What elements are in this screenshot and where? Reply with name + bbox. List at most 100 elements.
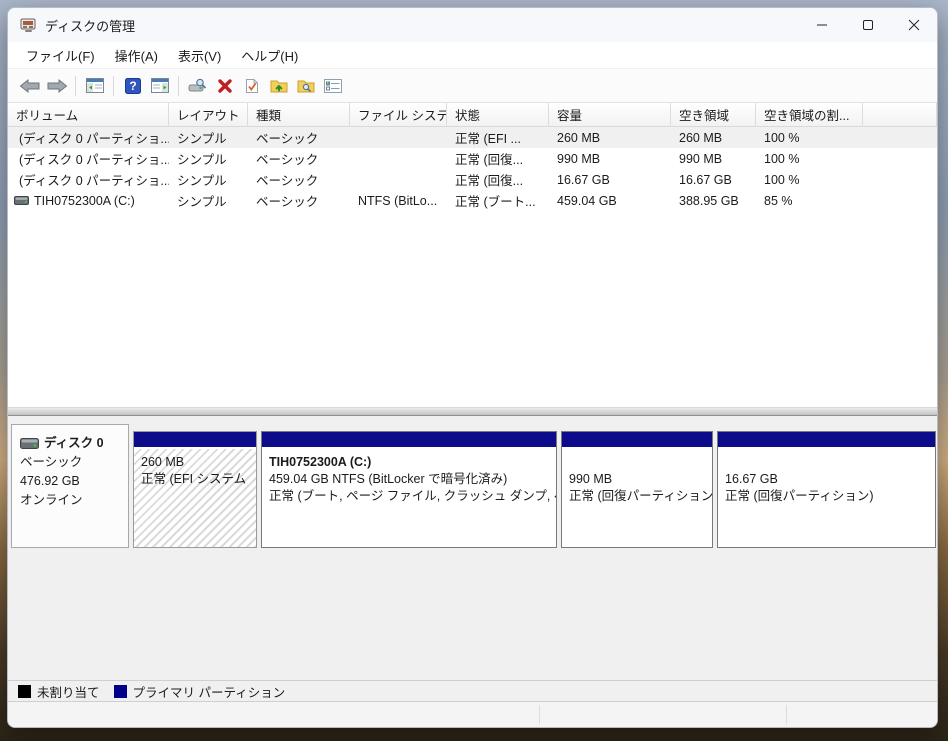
type-cell: ベーシック	[248, 128, 350, 147]
type-cell: ベーシック	[248, 191, 350, 210]
volume-name: TIH0752300A (C:)	[34, 194, 135, 208]
partition-c-drive[interactable]: TIH0752300A (C:) 459.04 GB NTFS (BitLock…	[261, 431, 557, 548]
disk-management-app-icon	[20, 18, 37, 33]
free-cell: 16.67 GB	[671, 173, 756, 187]
disk-icon	[20, 438, 39, 449]
column-header-filesystem[interactable]: ファイル システム	[350, 103, 447, 126]
partition-status: 正常 (回復パーティション	[569, 488, 705, 505]
partition-name: TIH0752300A (C:)	[269, 454, 549, 471]
partition-spacer	[569, 454, 705, 471]
layout-cell: シンプル	[169, 149, 248, 168]
partition-info: TIH0752300A (C:) 459.04 GB NTFS (BitLock…	[262, 449, 556, 547]
capacity-cell: 16.67 GB	[549, 173, 671, 187]
filesystem-cell: NTFS (BitLo...	[350, 194, 447, 208]
properties-list-icon[interactable]	[319, 73, 346, 99]
table-row[interactable]: TIH0752300A (C:) シンプル ベーシック NTFS (BitLo.…	[8, 190, 937, 211]
column-header-status[interactable]: 状態	[447, 103, 549, 126]
partition-recovery-1[interactable]: 990 MB 正常 (回復パーティション	[561, 431, 713, 548]
back-icon[interactable]	[16, 73, 43, 99]
maximize-button[interactable]	[845, 8, 891, 42]
column-header-volume[interactable]: ボリューム	[8, 103, 169, 126]
partition-info: 16.67 GB 正常 (回復パーティション)	[718, 449, 935, 547]
volume-name-cell: TIH0752300A (C:)	[8, 194, 169, 208]
svg-text:?: ?	[129, 79, 136, 93]
table-row[interactable]: (ディスク 0 パーティショ... シンプル ベーシック 正常 (回復... 9…	[8, 148, 937, 169]
partition-status: 正常 (EFI システム	[141, 471, 249, 488]
free-pct-cell: 100 %	[756, 131, 863, 145]
capacity-cell: 990 MB	[549, 152, 671, 166]
verify-document-icon[interactable]	[238, 73, 265, 99]
menu-action[interactable]: 操作(A)	[105, 43, 168, 68]
column-header-capacity[interactable]: 容量	[549, 103, 671, 126]
disk-properties-icon[interactable]	[184, 73, 211, 99]
disk-title: ディスク 0	[20, 434, 120, 453]
free-cell: 990 MB	[671, 152, 756, 166]
unallocated-swatch	[18, 685, 31, 698]
volume-list-header: ボリューム レイアウト 種類 ファイル システム 状態 容量 空き領域 空き領域…	[8, 103, 937, 127]
partition-efi[interactable]: 260 MB 正常 (EFI システム	[133, 431, 257, 548]
partition-color-bar	[718, 432, 935, 449]
folder-up-icon[interactable]	[265, 73, 292, 99]
partition-info: 260 MB 正常 (EFI システム	[134, 449, 256, 547]
minimize-button[interactable]	[799, 8, 845, 42]
status-bar	[8, 702, 937, 727]
volume-icon	[14, 196, 29, 205]
status-bar-divider	[539, 705, 540, 724]
toolbar-separator	[113, 76, 114, 96]
partition-status: 正常 (ブート, ページ ファイル, クラッシュ ダンプ, ベー:	[269, 488, 549, 505]
column-header-blank	[863, 103, 937, 126]
graphical-view: ディスク 0 ベーシック 476.92 GB オンライン 260 MB 正常 (…	[8, 416, 937, 680]
capacity-cell: 459.04 GB	[549, 194, 671, 208]
column-header-type[interactable]: 種類	[248, 103, 350, 126]
table-row[interactable]: (ディスク 0 パーティショ... シンプル ベーシック 正常 (回復... 1…	[8, 169, 937, 190]
status-cell: 正常 (EFI ...	[447, 128, 549, 147]
help-icon[interactable]: ?	[119, 73, 146, 99]
close-button[interactable]	[891, 8, 937, 42]
disk-type: ベーシック	[20, 453, 120, 472]
column-header-free[interactable]: 空き領域	[671, 103, 756, 126]
column-header-free-pct[interactable]: 空き領域の割...	[756, 103, 863, 126]
folder-explore-icon[interactable]	[292, 73, 319, 99]
menu-help[interactable]: ヘルプ(H)	[231, 43, 308, 68]
desktop-background: ディスクの管理 ファイル(F) 操作(A) 表示(V) ヘルプ(H)	[0, 0, 948, 741]
show-console-tree-icon[interactable]	[81, 73, 108, 99]
table-row[interactable]: (ディスク 0 パーティショ... シンプル ベーシック 正常 (EFI ...…	[8, 127, 937, 148]
pane-splitter[interactable]	[8, 407, 937, 416]
volume-name-cell: (ディスク 0 パーティショ...	[8, 128, 169, 147]
forward-icon[interactable]	[43, 73, 70, 99]
volume-name: (ディスク 0 パーティショ...	[19, 128, 169, 147]
free-pct-cell: 100 %	[756, 173, 863, 187]
menu-file[interactable]: ファイル(F)	[16, 43, 105, 68]
delete-icon[interactable]	[211, 73, 238, 99]
status-cell: 正常 (ブート...	[447, 191, 549, 210]
capacity-cell: 260 MB	[549, 131, 671, 145]
toolbar: ?	[8, 69, 937, 103]
partition-size: 990 MB	[569, 471, 705, 488]
legend-primary-partition: プライマリ パーティション	[114, 682, 286, 701]
free-pct-cell: 100 %	[756, 152, 863, 166]
status-bar-divider	[786, 705, 787, 724]
legend-bar: 未割り当て プライマリ パーティション	[8, 680, 937, 702]
layout-cell: シンプル	[169, 170, 248, 189]
title-bar: ディスクの管理	[8, 8, 937, 42]
partition-recovery-2[interactable]: 16.67 GB 正常 (回復パーティション)	[717, 431, 936, 548]
toolbar-separator	[75, 76, 76, 96]
disk-0-info-panel[interactable]: ディスク 0 ベーシック 476.92 GB オンライン	[11, 424, 129, 548]
legend-label: プライマリ パーティション	[133, 682, 286, 701]
menu-view[interactable]: 表示(V)	[168, 43, 231, 68]
partition-info: 990 MB 正常 (回復パーティション	[562, 449, 712, 547]
column-header-layout[interactable]: レイアウト	[169, 103, 248, 126]
disk-name: ディスク 0	[44, 434, 104, 453]
window-title: ディスクの管理	[45, 16, 135, 35]
partition-size: 260 MB	[141, 454, 249, 471]
volume-name: (ディスク 0 パーティショ...	[19, 170, 169, 189]
legend-label: 未割り当て	[37, 682, 100, 701]
disk-0-row: ディスク 0 ベーシック 476.92 GB オンライン 260 MB 正常 (…	[8, 416, 937, 548]
status-cell: 正常 (回復...	[447, 170, 549, 189]
volume-name: (ディスク 0 パーティショ...	[19, 149, 169, 168]
free-cell: 260 MB	[671, 131, 756, 145]
partition-color-bar	[262, 432, 556, 449]
show-action-pane-icon[interactable]	[146, 73, 173, 99]
free-cell: 388.95 GB	[671, 194, 756, 208]
disk-management-window: ディスクの管理 ファイル(F) 操作(A) 表示(V) ヘルプ(H)	[7, 7, 938, 728]
